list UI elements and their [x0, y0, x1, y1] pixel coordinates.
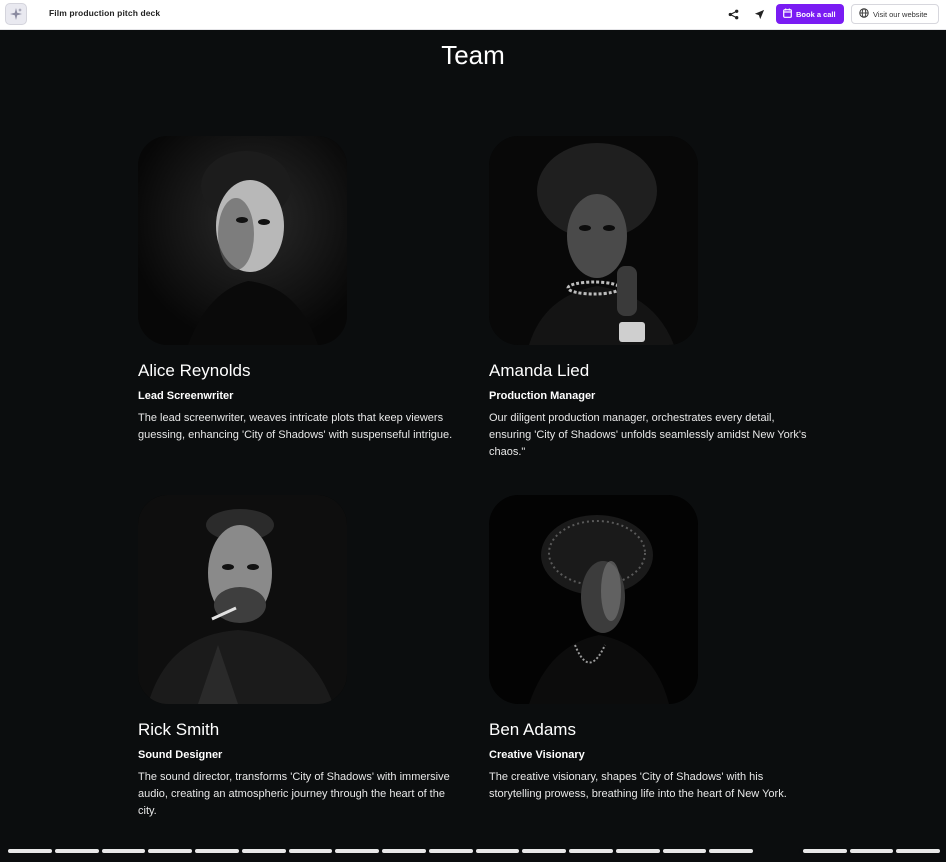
book-call-label: Book a call	[796, 9, 836, 19]
member-bio: The sound director, transforms 'City of …	[138, 771, 450, 817]
member-role: Lead Screenwriter	[138, 390, 234, 402]
slide-progress-bar[interactable]	[8, 848, 940, 854]
team-member-card: Amanda Lied Production Manager Our dilig…	[489, 136, 819, 461]
send-icon[interactable]	[751, 6, 767, 22]
member-name: Amanda Lied	[489, 361, 590, 380]
member-role: Creative Visionary	[489, 749, 585, 761]
slide-progress-segment[interactable]	[849, 849, 894, 853]
slide-progress-segment[interactable]	[382, 849, 426, 853]
book-call-button[interactable]: Book a call	[776, 4, 844, 24]
deck-title: Film production pitch deck	[49, 8, 161, 18]
slide-progress-segment[interactable]	[241, 849, 286, 853]
member-bio: The creative visionary, shapes 'City of …	[489, 771, 787, 800]
member-role: Production Manager	[489, 390, 596, 402]
slide-progress-segment[interactable]	[709, 849, 753, 853]
slide-progress-segment[interactable]	[148, 849, 192, 853]
member-bio: Our diligent production manager, orchest…	[489, 412, 807, 458]
slide-progress-segment[interactable]	[522, 849, 566, 853]
team-member-card: Ben Adams Creative Visionary The creativ…	[489, 495, 819, 803]
share-icon[interactable]	[725, 6, 741, 22]
slide-progress-segment[interactable]	[662, 849, 707, 853]
member-name: Ben Adams	[489, 720, 576, 739]
member-photo	[489, 136, 698, 345]
globe-icon	[859, 8, 869, 20]
slide-progress-segment[interactable]	[756, 849, 800, 853]
slide-progress-segment[interactable]	[288, 849, 333, 853]
slide-progress-segment[interactable]	[335, 849, 379, 853]
member-photo	[138, 495, 347, 704]
member-name: Alice Reynolds	[138, 361, 251, 380]
slide-progress-segment[interactable]	[195, 849, 239, 853]
slide-progress-segment[interactable]	[428, 849, 473, 853]
sparkle-icon[interactable]	[5, 3, 27, 25]
slide-progress-segment[interactable]	[615, 849, 660, 853]
member-name: Rick Smith	[138, 720, 220, 739]
team-member-card: Alice Reynolds Lead Screenwriter The lea…	[138, 136, 468, 444]
member-photo	[138, 136, 347, 345]
slide-progress-segment[interactable]	[54, 849, 99, 853]
team-member-card: Rick Smith Sound Designer The sound dire…	[138, 495, 468, 820]
slide-progress-segment[interactable]	[802, 849, 847, 853]
calendar-icon	[783, 8, 792, 20]
slide-progress-segment[interactable]	[896, 849, 940, 853]
slide-progress-segment[interactable]	[8, 849, 52, 853]
member-photo	[489, 495, 698, 704]
visit-website-label: Visit our website	[873, 9, 928, 19]
member-bio: The lead screenwriter, weaves intricate …	[138, 412, 453, 441]
slide-progress-segment[interactable]	[569, 849, 613, 853]
slide-title: Team	[441, 40, 505, 70]
member-role: Sound Designer	[138, 749, 223, 761]
visit-website-button[interactable]: Visit our website	[851, 4, 939, 24]
slide-progress-segment[interactable]	[101, 849, 146, 853]
slide-progress-segment[interactable]	[475, 849, 520, 853]
top-bar: Film production pitch deck Book a call V…	[0, 0, 946, 30]
